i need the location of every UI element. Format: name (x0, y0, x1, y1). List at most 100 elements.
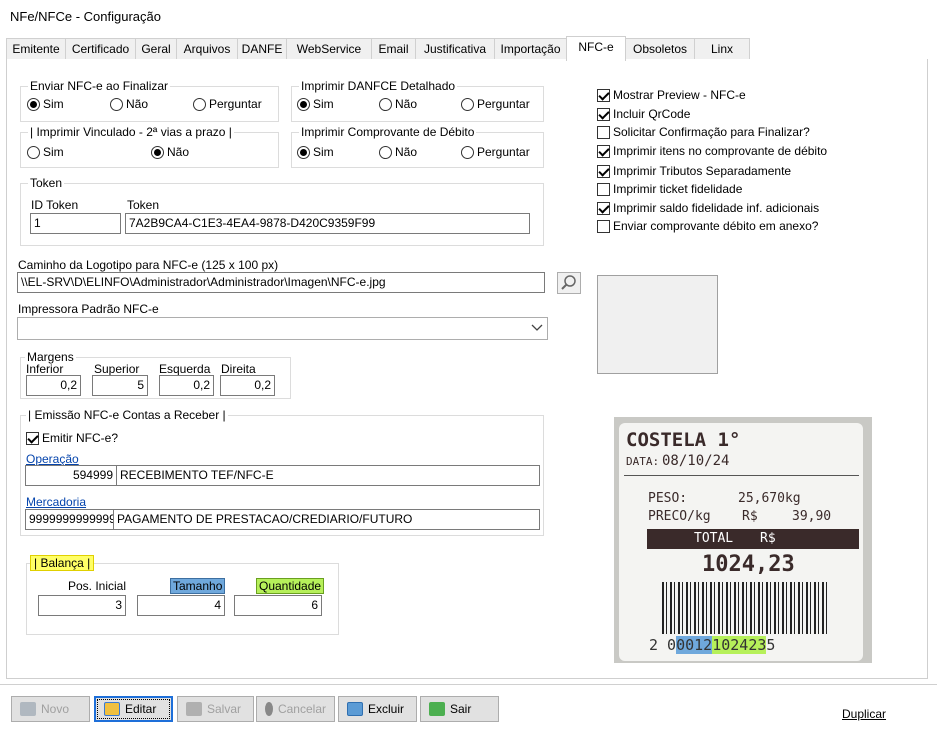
button-label: Excluir (368, 702, 405, 716)
novo-button[interactable]: Novo (11, 696, 90, 722)
tab-geral[interactable]: Geral (135, 38, 177, 59)
pos-inicial-input[interactable]: 3 (38, 595, 126, 616)
group-token-title: Token (28, 176, 65, 190)
label-barcode-digits: 2 000121024235 (649, 636, 775, 654)
tab-linx[interactable]: Linx (694, 38, 750, 59)
checkbox-box (597, 88, 610, 102)
radio-debito-nao[interactable]: Não (379, 145, 417, 159)
tab-nfce[interactable]: NFC-e (566, 36, 626, 61)
tab-importacao[interactable]: Importação (494, 38, 567, 59)
label-peso: 25,670kg (738, 491, 801, 506)
save-icon (186, 702, 202, 716)
logo-path-input[interactable]: \\EL-SRV\D\ELINFO\Administrador\Administ… (17, 272, 545, 293)
window-title: NFe/NFCe - Configuração (10, 9, 161, 24)
option-incluir-qrcode[interactable]: Incluir QrCode (597, 107, 690, 121)
edit-icon (104, 702, 120, 716)
id-token-label: ID Token (31, 198, 79, 212)
tab-justificativa[interactable]: Justificativa (415, 38, 495, 59)
checkbox-label: Incluir QrCode (613, 107, 691, 121)
option-saldo-fidelidade[interactable]: Imprimir saldo fidelidade inf. adicionai… (597, 201, 819, 215)
radio-dot (193, 97, 206, 111)
label-divider (624, 475, 859, 476)
radio-label: Perguntar (209, 97, 262, 111)
option-mostrar-preview[interactable]: Mostrar Preview - NFC-e (597, 88, 746, 102)
barcode-end: 5 (766, 636, 776, 654)
salvar-button[interactable]: Salvar (177, 696, 254, 722)
printer-select[interactable] (17, 317, 548, 340)
radio-detalhado-perguntar[interactable]: Perguntar (461, 97, 530, 111)
checkbox-label: Imprimir Tributos Separadamente (613, 164, 792, 178)
group-vinculado-title: | Imprimir Vinculado - 2ª vias a prazo | (28, 125, 234, 139)
editar-button[interactable]: Editar (94, 696, 173, 722)
radio-label: Perguntar (477, 145, 530, 159)
tab-obsoletos[interactable]: Obsoletos (625, 38, 695, 59)
radio-debito-perguntar[interactable]: Perguntar (461, 145, 530, 159)
checkbox-box (597, 219, 610, 233)
tab-bar: Emitente Certificado Geral Arquivos DANF… (6, 36, 928, 61)
quantidade-label: Quantidade (256, 578, 325, 594)
emitir-nfce-checkbox[interactable]: Emitir NFC-e? (26, 431, 118, 445)
radio-dot (110, 97, 123, 111)
radio-debito-sim[interactable]: Sim (297, 145, 334, 159)
tab-certificado[interactable]: Certificado (65, 38, 136, 59)
option-ticket-fidelidade[interactable]: Imprimir ticket fidelidade (597, 182, 742, 196)
radio-label: Não (126, 97, 149, 111)
scale-label-photo: COSTELA 1° DATA: 08/10/24 PESO: 25,670kg… (614, 417, 872, 663)
cancelar-button[interactable]: Cancelar (256, 696, 335, 722)
checkbox-label: Enviar comprovante débito em anexo? (613, 219, 819, 233)
radio-enviar-sim[interactable]: Sim (27, 97, 64, 111)
barcode-tamanho: 0012 (676, 636, 713, 654)
duplicar-link[interactable]: Duplicar (842, 707, 886, 721)
browse-logo-button[interactable] (557, 272, 581, 294)
margin-esquerda-label: Esquerda (159, 362, 211, 376)
sair-button[interactable]: Sair (420, 696, 499, 722)
excluir-button[interactable]: Excluir (338, 696, 417, 722)
tab-danfe[interactable]: DANFE (237, 38, 287, 59)
tamanho-input[interactable]: 4 (137, 595, 225, 616)
margin-direita-input[interactable]: 0,2 (220, 375, 275, 396)
radio-vinculado-nao[interactable]: Não (151, 145, 189, 159)
label-currency: R$ (742, 509, 758, 524)
token-input[interactable]: 7A2B9CA4-C1E3-4EA4-9878-D420C9359F99 (125, 213, 530, 234)
checkbox-label: Emitir NFC-e? (42, 431, 119, 445)
option-solicitar-confirmacao[interactable]: Solicitar Confirmação para Finalizar? (597, 125, 810, 139)
option-imprimir-itens[interactable]: Imprimir itens no comprovante de débito (597, 144, 827, 158)
radio-dot (27, 145, 40, 159)
checkbox-box (597, 182, 610, 196)
mercadoria-desc-input[interactable]: PAGAMENTO DE PRESTACAO/CREDIARIO/FUTURO (113, 509, 540, 530)
mercadoria-code-input[interactable]: 9999999999999 (25, 509, 117, 530)
mercadoria-link[interactable]: Mercadoria (26, 495, 86, 509)
radio-enviar-nao[interactable]: Não (110, 97, 148, 111)
delete-icon (347, 702, 363, 716)
radio-enviar-perguntar[interactable]: Perguntar (193, 97, 262, 111)
magnifier-icon (561, 275, 576, 290)
label-total: 1024,23 (702, 552, 795, 577)
operacao-code-input[interactable]: 594999 (25, 465, 117, 486)
exit-icon (429, 702, 445, 716)
logo-preview-image (597, 275, 718, 374)
operacao-desc-input[interactable]: RECEBIMENTO TEF/NFC-E (116, 465, 540, 486)
radio-detalhado-sim[interactable]: Sim (297, 97, 334, 111)
margin-inferior-label: Inferior (26, 362, 64, 376)
tab-webservice[interactable]: WebService (286, 38, 372, 59)
radio-detalhado-nao[interactable]: Não (379, 97, 417, 111)
option-tributos-separadamente[interactable]: Imprimir Tributos Separadamente (597, 164, 791, 178)
radio-label: Não (395, 145, 418, 159)
margin-esquerda-input[interactable]: 0,2 (159, 375, 214, 396)
tab-emitente[interactable]: Emitente (6, 38, 66, 59)
quantidade-input[interactable]: 6 (234, 595, 322, 616)
radio-vinculado-sim[interactable]: Sim (27, 145, 64, 159)
id-token-input[interactable]: 1 (30, 213, 121, 234)
radio-dot (151, 145, 164, 159)
tab-email[interactable]: Email (371, 38, 416, 59)
radio-dot (461, 97, 474, 111)
tab-arquivos[interactable]: Arquivos (176, 38, 238, 59)
token-label: Token (127, 198, 160, 212)
button-label: Cancelar (277, 702, 326, 716)
margin-inferior-input[interactable]: 0,2 (26, 375, 81, 396)
checkbox-label: Mostrar Preview - NFC-e (613, 88, 746, 102)
operacao-link[interactable]: Operação (26, 452, 79, 466)
radio-dot (461, 145, 474, 159)
option-enviar-comprovante[interactable]: Enviar comprovante débito em anexo? (597, 219, 818, 233)
margin-superior-input[interactable]: 5 (92, 375, 148, 396)
